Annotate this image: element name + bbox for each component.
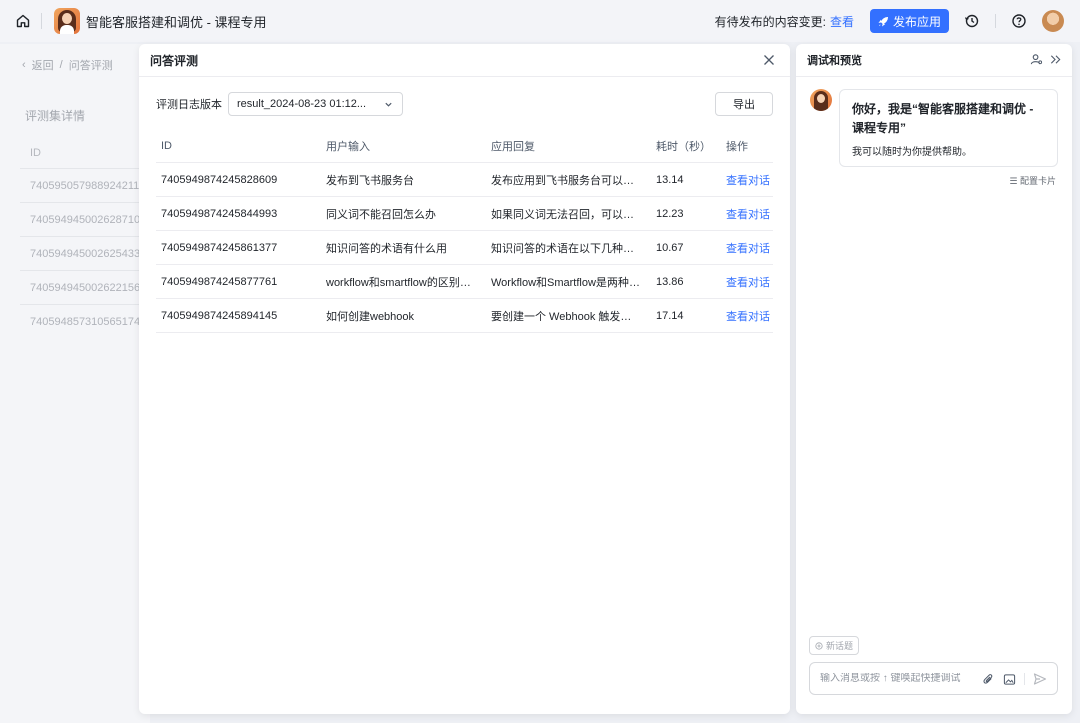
cell-time: 12.23 [656,207,684,220]
modal-header: 问答评测 [139,44,790,77]
new-topic-icon [815,641,823,650]
evaluation-table: ID 用户输入 应用回复 耗时（秒） 操作 740594987424582860… [156,129,773,333]
cell-time: 13.86 [656,275,684,288]
cell-id: 7405949874245894145 [161,309,278,322]
divider [41,13,42,29]
cell-input: workflow和smartflow的区别是什么 [326,276,486,289]
version-select[interactable]: result_2024-08-23 01:12... [228,92,403,116]
background-page: ‹ 返回 / 问答评测 评测集详情 ID 7405950579889242116… [0,44,150,723]
table-row: 7405948573105651740 [20,304,150,338]
cell-id: 7405949874245844993 [161,207,278,220]
cell-input: 如何创建webhook [326,310,415,323]
section-title: 评测集详情 [25,109,86,123]
table-row: 7405949874245894145 如何创建webhook 要创建一个 We… [156,299,773,333]
message-input[interactable] [820,673,980,684]
column-header-reply: 应用回复 [491,140,535,153]
message-input-box [809,662,1058,695]
user-avatar[interactable] [1042,10,1064,32]
version-label: 评测日志版本 [156,99,222,111]
config-card-button[interactable]: ☰ 配置卡片 [1009,174,1056,187]
debug-header: 调试和预览 [796,44,1072,77]
chevron-down-icon [385,102,392,107]
home-icon[interactable] [11,9,35,33]
cell-id: 7405949874245828609 [161,173,278,186]
close-icon[interactable] [762,53,776,67]
view-conversation-link[interactable]: 查看对话 [721,240,773,256]
chevron-left-icon[interactable]: ‹ [22,59,26,71]
publish-app-label: 发布应用 [892,14,941,29]
view-conversation-link[interactable]: 查看对话 [721,308,773,324]
divider [1024,673,1025,685]
bot-avatar [810,89,832,111]
debug-title: 调试和预览 [807,55,862,67]
breadcrumb-separator: / [59,59,63,71]
greeting-title: 你好，我是“智能客服搭建和调优 - 课程专用” [852,102,1034,135]
qa-evaluation-modal: 问答评测 评测日志版本 result_2024-08-23 01:12... 导… [139,44,790,714]
view-conversation-link[interactable]: 查看对话 [721,206,773,222]
modal-title: 问答评测 [150,53,199,68]
id-column-header: ID [30,147,41,159]
table-row: 7405949874245861377 知识问答的术语有什么用 知识问答的术语在… [156,231,773,265]
image-icon[interactable] [1003,673,1016,686]
cell-reply: 如果同义词无法召回，可以通过以下方法解决 [491,208,651,221]
new-topic-button[interactable]: 新话题 [809,636,859,655]
new-topic-label: 新话题 [825,641,853,651]
filter-row: 评测日志版本 result_2024-08-23 01:12... [156,92,403,116]
view-changes-link[interactable]: 查看 [830,13,854,30]
cell-input: 同义词不能召回怎么办 [326,208,436,221]
table-row: 7405949874245844993 同义词不能召回怎么办 如果同义词无法召回… [156,197,773,231]
attachment-icon[interactable] [982,673,995,686]
debug-preview-panel: 调试和预览 你好，我是“智能客服搭建和调优 - 课程专用” 我可以随时为你提供帮… [796,44,1072,714]
divider [995,14,996,28]
cell-input: 发布到飞书服务台 [326,174,414,187]
cell-time: 17.14 [656,309,684,322]
back-link[interactable]: 返回 [32,57,54,73]
table-row: 7405949450026254336 [20,236,150,270]
table-row: 7405949874245828609 发布到飞书服务台 发布应用到飞书服务台可… [156,163,773,197]
cell-id: 7405949874245861377 [161,241,278,254]
column-header-time: 耗时（秒） [656,140,711,153]
cell-id: 7405949874245877761 [161,275,278,288]
breadcrumb: ‹ 返回 / 问答评测 [22,57,113,73]
app-avatar [54,8,80,34]
rocket-icon [878,16,888,27]
export-button[interactable]: 导出 [715,92,773,116]
send-icon[interactable] [1033,672,1047,686]
table-row: 7405949874245877761 workflow和smartflow的区… [156,265,773,299]
column-header-id: ID [161,139,172,152]
filter-icon: ☰ [1009,176,1018,186]
cell-reply: 发布应用到飞书服务台可以按照以下步骤进行 [491,174,651,187]
table-header: ID 用户输入 应用回复 耗时（秒） 操作 [156,129,773,163]
help-icon[interactable] [1010,12,1028,30]
view-conversation-link[interactable]: 查看对话 [721,274,773,290]
publish-app-button[interactable]: 发布应用 [869,9,949,33]
top-bar: 智能客服搭建和调优 - 课程专用 有待发布的内容变更: 查看 发布应用 [0,0,1080,42]
table-row: 7405949450026221568 [20,270,150,304]
column-header-action: 操作 [726,140,748,153]
table-row: 7405949450026287104 [20,202,150,236]
table-row: 7405950579889242116 [20,168,150,202]
cell-time: 13.14 [656,173,684,186]
greeting-message: 你好，我是“智能客服搭建和调优 - 课程专用” 我可以随时为你提供帮助。 [839,89,1058,167]
cell-time: 10.67 [656,241,684,254]
cell-reply: 知识问答的术语在以下几种场景中很有用 [491,242,651,255]
cell-reply: 要创建一个 Webhook 触发器，需要以下步骤 [491,310,651,323]
user-settings-icon[interactable] [1030,53,1043,66]
cell-input: 知识问答的术语有什么用 [326,242,447,255]
app-title: 智能客服搭建和调优 - 课程专用 [86,14,267,30]
greeting-subtitle: 我可以随时为你提供帮助。 [852,147,972,158]
cell-reply: Workflow和Smartflow是两种不同的流程 [491,276,651,289]
view-conversation-link[interactable]: 查看对话 [721,172,773,188]
history-icon[interactable] [963,12,981,30]
pending-changes-text: 有待发布的内容变更: [714,14,826,29]
breadcrumb-current: 问答评测 [68,60,113,72]
collapse-icon[interactable] [1049,53,1062,66]
column-header-input: 用户输入 [326,140,370,153]
version-value: result_2024-08-23 01:12... [237,98,367,110]
config-card-label: 配置卡片 [1019,176,1056,186]
